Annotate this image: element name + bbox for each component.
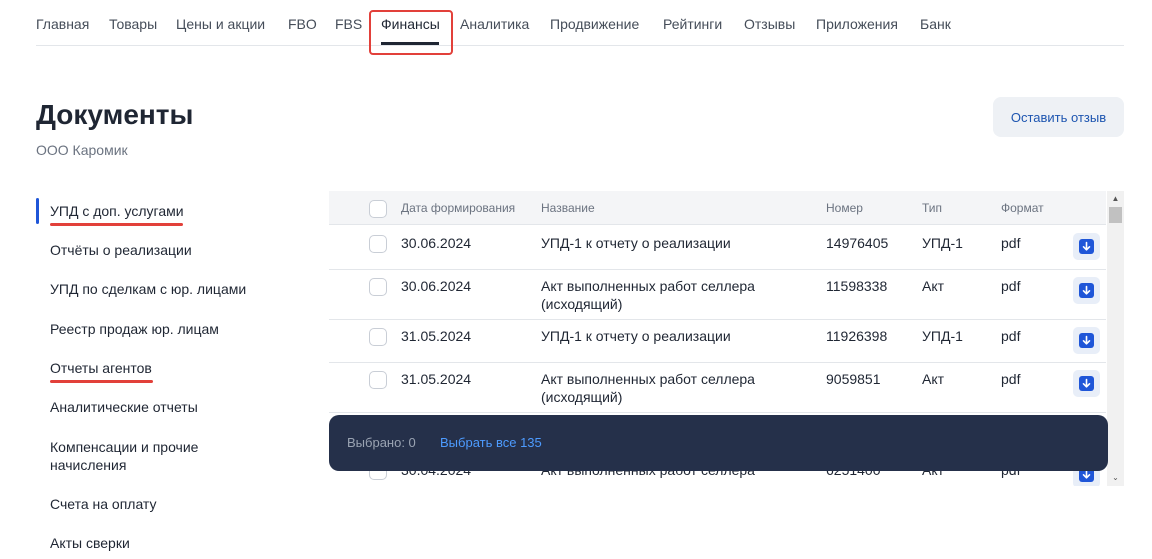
row-checkbox[interactable]	[369, 278, 387, 296]
row-checkbox[interactable]	[369, 371, 387, 389]
sidebar-item-sales-registry[interactable]: Реестр продаж юр. лицам	[50, 320, 250, 338]
table-header: Дата формирования Название Номер Тип Фор…	[329, 191, 1106, 225]
row-format: pdf	[1001, 278, 1021, 294]
finance-annotation-box	[369, 10, 453, 55]
sidebar-item-analytics-reports[interactable]: Аналитические отчеты	[50, 398, 250, 416]
nav-item-analytics[interactable]: Аналитика	[460, 16, 529, 32]
row-type: УПД-1	[922, 235, 963, 251]
nav-item-promotion[interactable]: Продвижение	[550, 16, 639, 32]
sidebar-item-agent-reports[interactable]: Отчеты агентов	[50, 359, 250, 377]
selection-action-bar: Выбрано: 0 Выбрать все 135	[329, 415, 1108, 471]
column-header-type[interactable]: Тип	[922, 201, 942, 215]
table-row[interactable]: 31.05.2024 УПД-1 к отчету о реализации 1…	[329, 320, 1106, 363]
table-row[interactable]: 30.06.2024 УПД-1 к отчету о реализации 1…	[329, 226, 1106, 270]
download-icon[interactable]	[1073, 277, 1100, 304]
top-navigation: Главная Товары Цены и акции FBO FBS Фина…	[36, 0, 1124, 46]
sidebar-item-upd-legal[interactable]: УПД по сделкам с юр. лицами	[50, 280, 250, 298]
row-date: 31.05.2024	[401, 371, 472, 387]
row-format: pdf	[1001, 235, 1021, 251]
column-header-number[interactable]: Номер	[826, 201, 863, 215]
nav-item-bank[interactable]: Банк	[920, 16, 951, 32]
row-type: Акт	[922, 278, 945, 294]
nav-item-fbs[interactable]: FBS	[335, 16, 362, 32]
row-number: 11926398	[826, 328, 888, 344]
sidebar-active-marker	[36, 198, 39, 224]
row-checkbox[interactable]	[369, 235, 387, 253]
row-name: УПД-1 к отчету о реализации	[541, 235, 731, 251]
scrollbar-thumb[interactable]	[1109, 207, 1122, 223]
nav-item-reviews[interactable]: Отзывы	[744, 16, 795, 32]
row-date: 30.06.2024	[401, 235, 472, 251]
select-all-link[interactable]: Выбрать все 135	[440, 435, 542, 450]
sidebar-item-reconciliation[interactable]: Акты сверки	[50, 534, 250, 552]
nav-item-prices[interactable]: Цены и акции	[176, 16, 265, 32]
select-all-checkbox[interactable]	[369, 200, 387, 218]
download-icon[interactable]	[1073, 233, 1100, 260]
download-icon[interactable]	[1073, 370, 1100, 397]
row-type: Акт	[922, 371, 945, 387]
company-name: ООО Каромик	[36, 142, 128, 158]
sidebar-item-upd-services[interactable]: УПД с доп. услугами	[50, 202, 250, 220]
row-number: 11598338	[826, 278, 888, 294]
row-format: pdf	[1001, 328, 1021, 344]
row-name: УПД-1 к отчету о реализации	[541, 328, 731, 344]
nav-item-fbo[interactable]: FBO	[288, 16, 317, 32]
nav-item-products[interactable]: Товары	[109, 16, 157, 32]
download-icon[interactable]	[1073, 327, 1100, 354]
row-type: УПД-1	[922, 328, 963, 344]
table-row[interactable]: 31.05.2024 Акт выполненных работ селлера…	[329, 363, 1106, 413]
triangle-up-icon[interactable]: ▲	[1107, 193, 1124, 205]
nav-item-ratings[interactable]: Рейтинги	[663, 16, 722, 32]
column-header-date[interactable]: Дата формирования	[401, 201, 515, 215]
table-scrollbar[interactable]: ▲ ⌄	[1107, 191, 1124, 486]
row-number: 14976405	[826, 235, 889, 251]
column-header-format[interactable]: Формат	[1001, 201, 1044, 215]
selected-count: Выбрано: 0	[347, 435, 416, 450]
row-date: 30.06.2024	[401, 278, 472, 294]
chevron-down-icon[interactable]: ⌄	[1107, 472, 1124, 484]
leave-feedback-button[interactable]: Оставить отзыв	[993, 97, 1124, 137]
sidebar-item-compensations[interactable]: Компенсации и прочие начисления	[50, 438, 215, 474]
table-row[interactable]: 30.06.2024 Акт выполненных работ селлера…	[329, 270, 1106, 320]
row-number: 9059851	[826, 371, 881, 387]
nav-item-main[interactable]: Главная	[36, 16, 89, 32]
sidebar-item-invoices[interactable]: Счета на оплату	[50, 495, 250, 513]
column-header-name[interactable]: Название	[541, 201, 595, 215]
annotation-underline-upd	[50, 223, 183, 226]
sidebar-item-sales-reports[interactable]: Отчёты о реализации	[50, 241, 250, 259]
row-name: Акт выполненных работ селлера (исходящий…	[541, 278, 755, 312]
row-checkbox[interactable]	[369, 328, 387, 346]
row-format: pdf	[1001, 371, 1021, 387]
row-date: 31.05.2024	[401, 328, 472, 344]
row-name: Акт выполненных работ селлера (исходящий…	[541, 371, 755, 405]
annotation-underline-agents	[50, 380, 153, 383]
nav-item-apps[interactable]: Приложения	[816, 16, 898, 32]
page-title: Документы	[36, 99, 194, 130]
